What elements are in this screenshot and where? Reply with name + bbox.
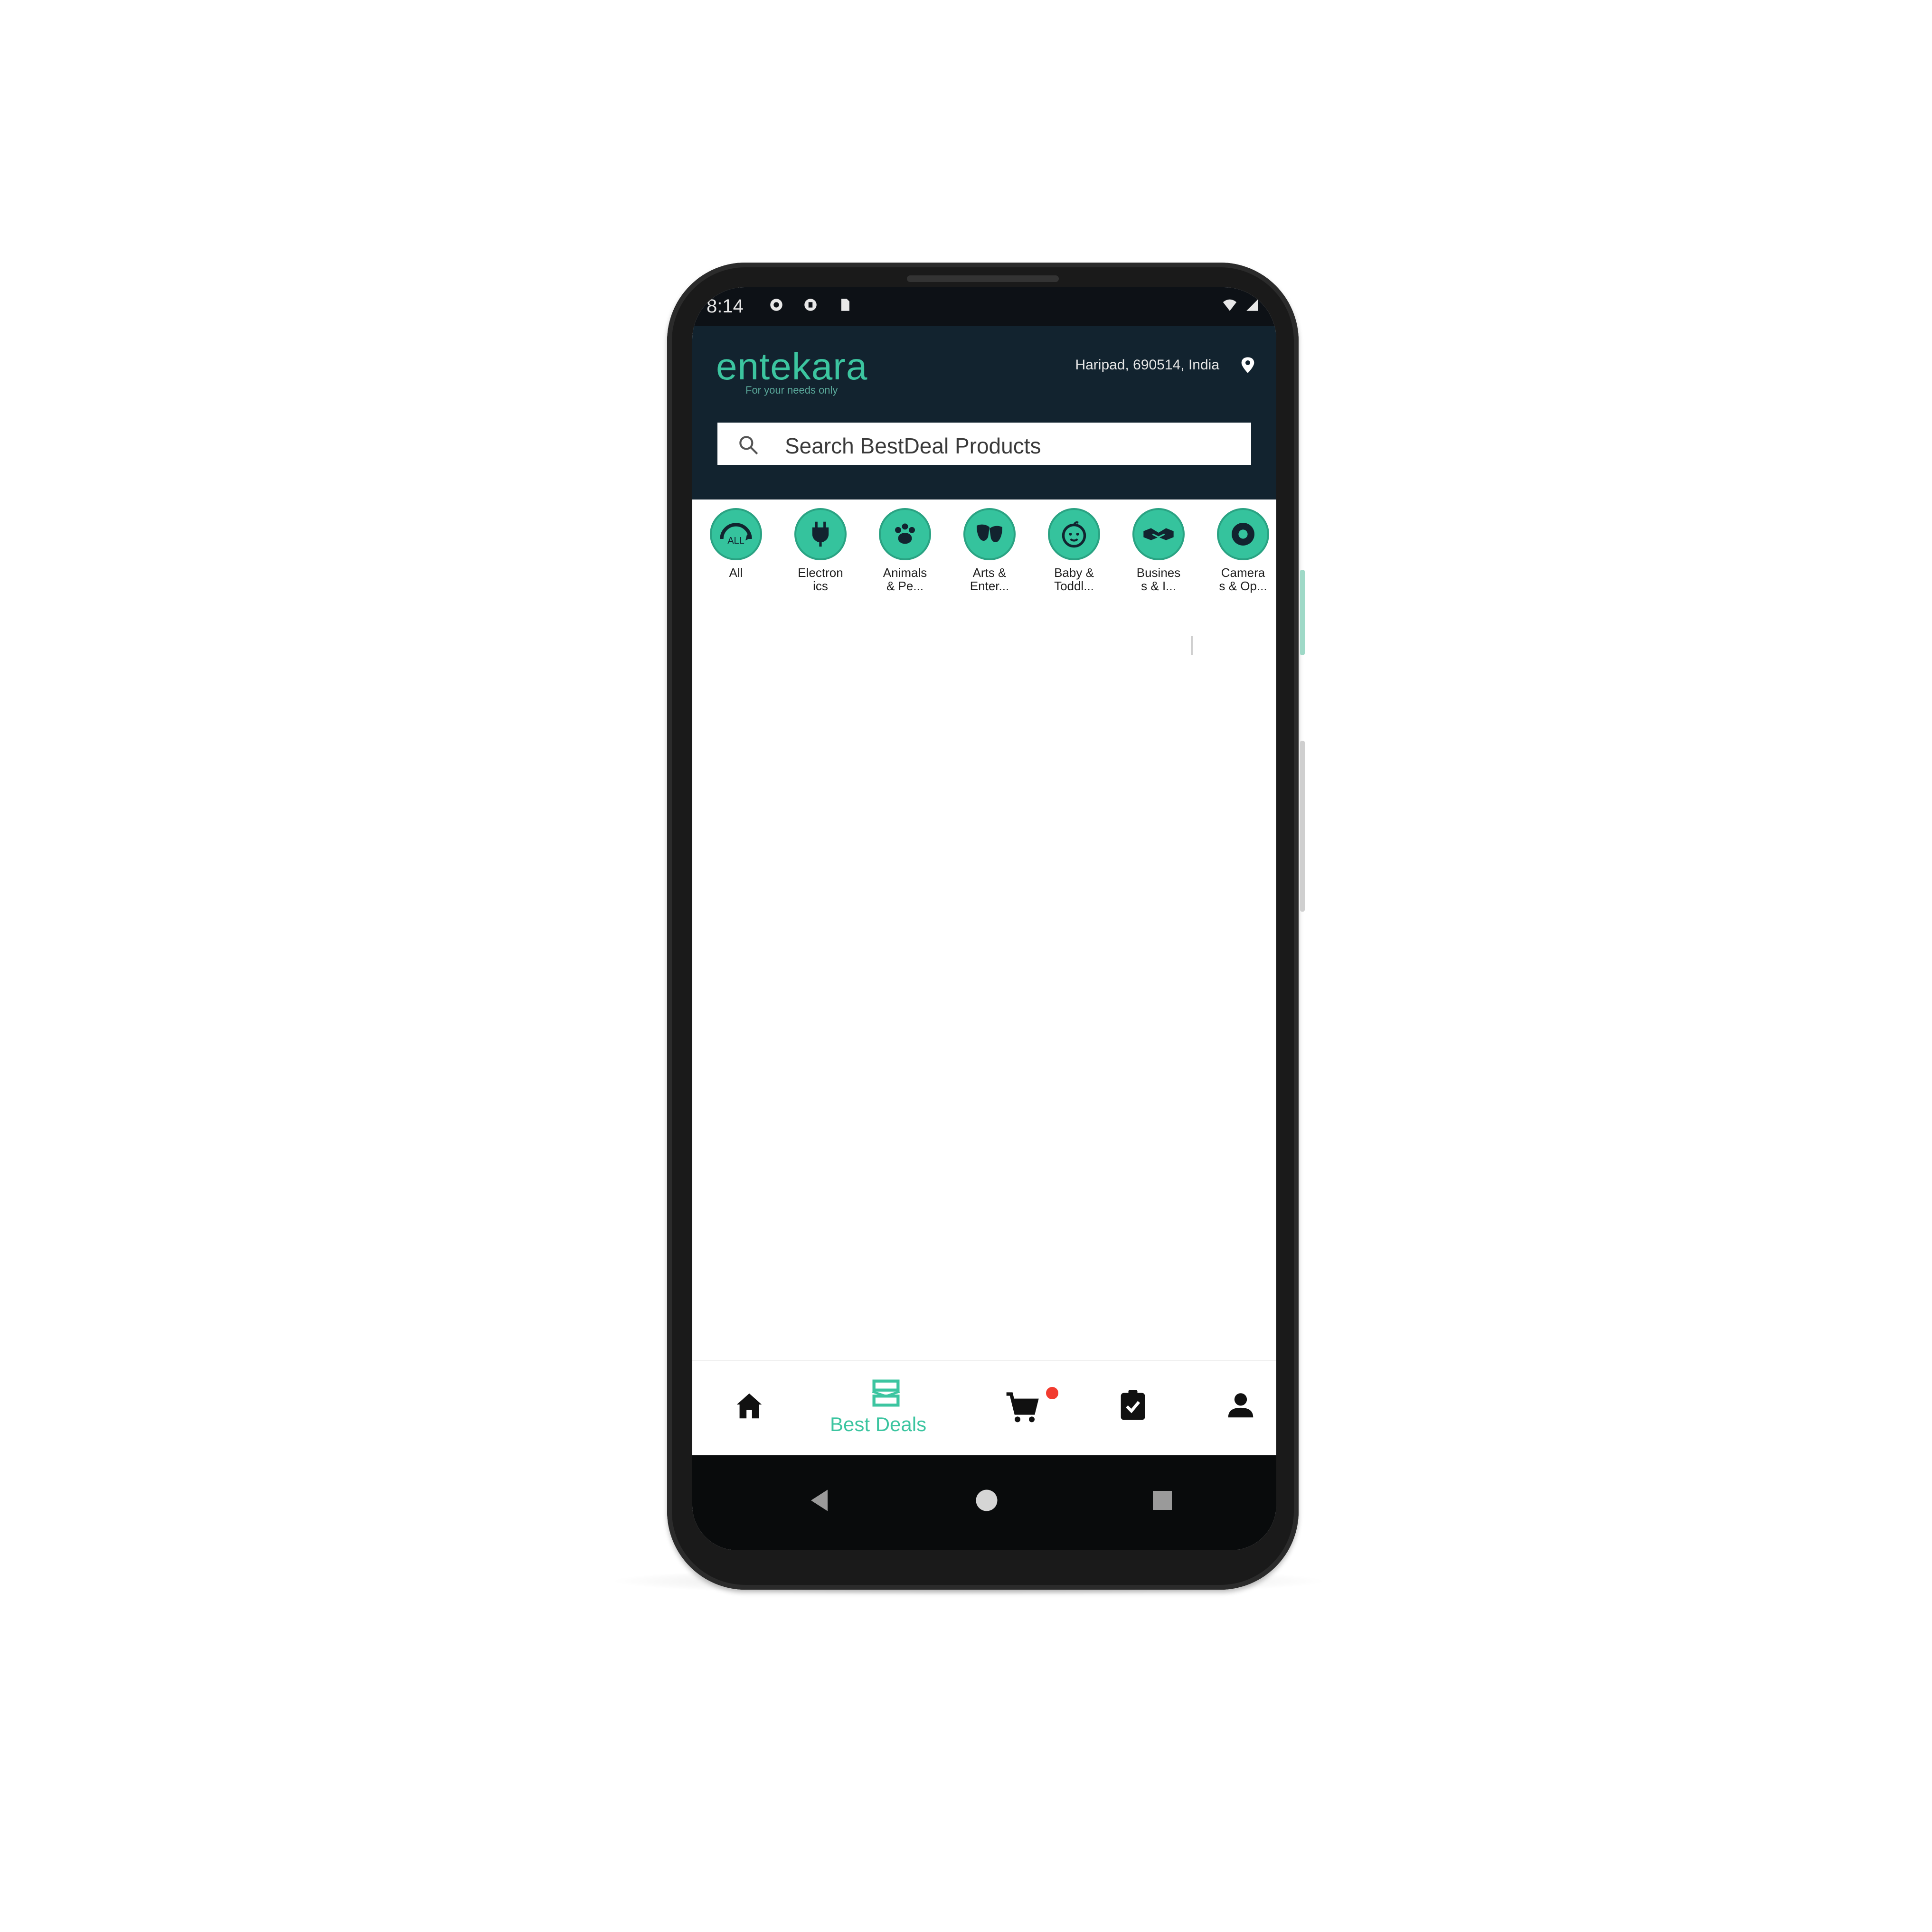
app-logo[interactable]: entekara For your needs only: [716, 345, 867, 396]
paw-icon: [879, 508, 931, 560]
category-electronics[interactable]: Electron ics: [790, 508, 851, 593]
scroll-indicator: [1191, 636, 1193, 655]
logo-name: entekara: [716, 345, 868, 387]
category-arts[interactable]: Arts & Enter...: [959, 508, 1020, 593]
phone-speaker: [907, 275, 1059, 282]
masks-icon: [963, 508, 1016, 560]
category-label: Arts & Enter...: [970, 565, 1009, 593]
orders-icon[interactable]: [1115, 1387, 1151, 1423]
category-all[interactable]: ALL All: [705, 508, 767, 579]
category-label: Electron ics: [798, 565, 843, 593]
home-circle-icon[interactable]: [972, 1486, 1001, 1515]
cart-icon[interactable]: [1003, 1389, 1041, 1427]
category-baby[interactable]: Baby & Toddl...: [1043, 508, 1105, 593]
gear-icon: [770, 299, 782, 311]
system-nav-bar: [692, 1455, 1276, 1550]
plug-icon: [794, 508, 847, 560]
location-text[interactable]: Haripad, 690514, India: [1075, 357, 1219, 373]
search-icon: [739, 436, 758, 455]
cart-badge: [1046, 1387, 1058, 1399]
handshake-icon: [1132, 508, 1185, 560]
nav-label-best-deals: Best Deals: [830, 1413, 927, 1435]
recents-icon[interactable]: [1148, 1486, 1177, 1515]
svg-text:ALL: ALL: [727, 536, 745, 546]
bottom-nav: Best Deals: [692, 1360, 1276, 1456]
category-label: Animals & Pe...: [883, 565, 927, 593]
camera-icon: [1217, 508, 1269, 560]
search-bar[interactable]: [716, 421, 1253, 466]
category-row: ALL All Electron ics Animals & Pe... Art…: [692, 508, 1276, 608]
category-label: Busines s & I...: [1136, 565, 1181, 593]
home-icon[interactable]: [733, 1389, 766, 1423]
app-screen: 8:14 entekara For your needs only Haripa…: [692, 287, 1276, 1550]
baby-icon: [1048, 508, 1100, 560]
category-cameras[interactable]: Camera s & Op...: [1212, 508, 1274, 593]
location-pin-icon[interactable]: [1238, 355, 1257, 376]
app-header: entekara For your needs only Haripad, 69…: [692, 326, 1276, 499]
wifi-icon: [1223, 299, 1237, 311]
signal-icon: [1246, 299, 1258, 311]
profile-icon[interactable]: [1224, 1388, 1257, 1422]
shield-icon: [804, 299, 817, 311]
category-animals[interactable]: Animals & Pe...: [874, 508, 936, 593]
category-label: Camera s & Op...: [1219, 565, 1267, 593]
sd-card-icon: [841, 299, 849, 311]
status-time: 8:14: [707, 296, 744, 317]
status-bar: 8:14: [692, 287, 1276, 326]
phone-side-button: [1300, 741, 1305, 912]
all-icon: ALL: [710, 508, 762, 560]
category-label: All: [729, 565, 743, 580]
best-deals-icon: [872, 1379, 900, 1407]
phone-side-button: [1300, 570, 1305, 655]
back-icon[interactable]: [806, 1486, 835, 1515]
category-label: Baby & Toddl...: [1054, 565, 1094, 593]
category-business[interactable]: Busines s & I...: [1128, 508, 1189, 593]
search-input[interactable]: [784, 431, 1213, 461]
